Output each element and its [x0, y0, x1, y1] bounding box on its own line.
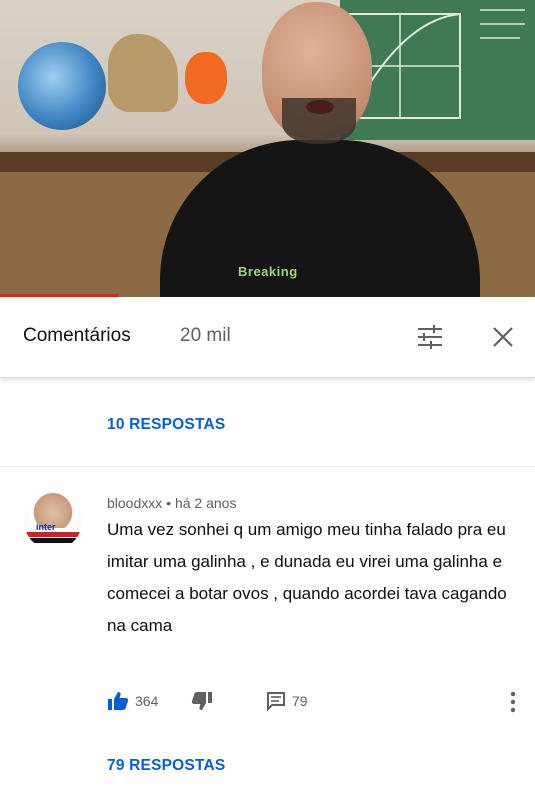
- comment-actions: 364 79: [0, 686, 535, 716]
- filter-icon: [418, 325, 442, 349]
- dinosaur-figure: [108, 34, 178, 112]
- comments-title: Comentários: [23, 325, 131, 346]
- reply-button[interactable]: 79: [266, 686, 308, 716]
- comment-meta: bloodxxx • há 2 anos: [107, 495, 236, 511]
- reply-count: 79: [292, 693, 308, 709]
- globe-image: [18, 42, 106, 130]
- thumbs-up-icon: [108, 692, 129, 710]
- comment-text: Uma vez sonhei q um amigo meu tinha fala…: [107, 520, 507, 635]
- sort-filter-button[interactable]: [414, 323, 446, 351]
- view-replies-link[interactable]: 10 RESPOSTAS: [107, 416, 225, 434]
- like-button[interactable]: 364: [107, 686, 158, 716]
- avatar-stripe-black: [24, 538, 82, 543]
- thumbs-down-icon: [191, 692, 212, 710]
- comment-time[interactable]: há 2 anos: [175, 495, 237, 511]
- close-comments-button[interactable]: [489, 323, 517, 351]
- like-count: 364: [135, 693, 159, 709]
- video-player[interactable]: Breaking: [0, 0, 535, 297]
- comments-header: Comentários 20 mil: [0, 297, 535, 378]
- avatar-stripe-red: [24, 532, 82, 537]
- presenter-mouth: [306, 100, 334, 114]
- meta-separator: •: [166, 495, 172, 511]
- divider: [0, 466, 535, 467]
- shirt-logo: Breaking: [238, 264, 298, 279]
- reply-icon: [267, 692, 285, 711]
- close-icon: [493, 327, 513, 347]
- more-options-button[interactable]: [505, 689, 521, 715]
- dislike-button[interactable]: [191, 686, 213, 716]
- orange-figure: [185, 52, 227, 104]
- more-vert-icon: [510, 691, 516, 713]
- comment-author[interactable]: bloodxxx: [107, 495, 162, 511]
- avatar-label: inter: [36, 522, 56, 532]
- avatar[interactable]: inter: [24, 492, 82, 550]
- comments-count: 20 mil: [180, 325, 231, 346]
- view-replies-link[interactable]: 79 RESPOSTAS: [107, 757, 225, 775]
